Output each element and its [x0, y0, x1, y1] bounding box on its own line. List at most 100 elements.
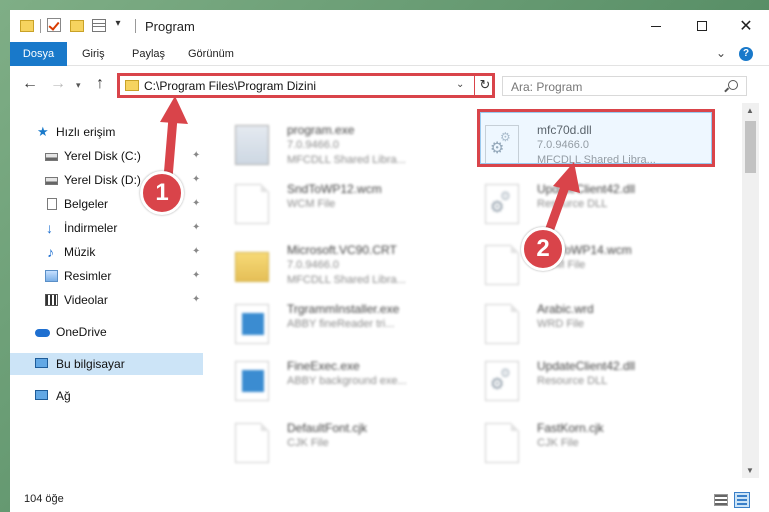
documents-icon — [47, 198, 57, 210]
file-item[interactable]: FastKorn.cjk CJK File — [467, 418, 707, 468]
file-type: Resource DLL — [537, 375, 608, 387]
address-dropdown-icon[interactable]: ⌄ — [456, 79, 464, 90]
sidebar-item-label: Bu bilgisayar — [56, 357, 125, 371]
file-item[interactable]: FineExec.exe ABBY background exe... — [217, 356, 457, 406]
file-item[interactable]: UpdateClient42.dll Resource DLL — [467, 179, 707, 229]
properties-icon[interactable] — [92, 19, 106, 32]
minimize-button[interactable] — [633, 10, 679, 42]
new-folder-icon[interactable] — [70, 20, 84, 32]
address-path[interactable]: C:\Program Files\Program Dizini — [144, 79, 316, 93]
step-2-badge: 2 — [521, 227, 565, 271]
cloud-icon — [35, 329, 50, 337]
refresh-button[interactable]: ↻ — [474, 73, 495, 98]
maximize-button[interactable] — [679, 10, 725, 42]
file-name: UpdateClient42.dll — [537, 359, 636, 373]
folder-icon[interactable] — [20, 20, 34, 32]
file-item[interactable]: Microsoft.VC90.CRT 7.0.9466.0 MFCDLL Sha… — [217, 240, 457, 290]
network-icon — [35, 390, 48, 400]
file-icon — [235, 423, 269, 463]
scroll-up-icon[interactable]: ▲ — [746, 106, 754, 115]
back-button[interactable]: ← — [22, 75, 38, 93]
sidebar-item-label: Belgeler — [64, 197, 109, 211]
file-type: CJK File — [537, 437, 579, 449]
item-count: 104 öğe — [24, 493, 64, 505]
toolbar-separator — [135, 19, 136, 33]
explorer-window: ▾ Program ✕ Dosya Giriş Paylaş Görünüm ⌄… — [10, 10, 769, 512]
videos-icon — [45, 294, 58, 306]
file-icon — [485, 304, 519, 344]
sidebar-item-label: Resimler — [64, 269, 112, 283]
scroll-down-icon[interactable]: ▼ — [746, 466, 754, 475]
minimize-icon — [651, 25, 661, 27]
exe-icon — [235, 125, 269, 165]
folder-icon — [235, 252, 269, 282]
scroll-thumb[interactable] — [745, 121, 756, 173]
pin-icon[interactable]: ✦ — [192, 289, 200, 311]
search-input[interactable]: Ara: Program — [511, 80, 582, 94]
tab-file[interactable]: Dosya — [10, 42, 67, 66]
file-icon — [235, 184, 269, 224]
sidebar-item-music[interactable]: ♪ Müzik ✦ — [10, 241, 203, 263]
properties-check-icon[interactable] — [47, 18, 61, 32]
pin-icon[interactable]: ✦ — [192, 217, 200, 239]
sidebar-item-onedrive[interactable]: OneDrive — [10, 321, 203, 343]
sidebar-item-pictures[interactable]: Resimler ✦ — [10, 265, 203, 287]
file-type: WRD File — [537, 318, 585, 330]
computer-icon — [35, 358, 48, 368]
tab-home[interactable]: Giriş — [72, 42, 115, 66]
sidebar-item-local-disk-c[interactable]: Yerel Disk (C:) ✦ — [10, 145, 203, 167]
music-icon: ♪ — [47, 244, 54, 260]
file-item[interactable]: Arabic.wrd WRD File — [467, 299, 707, 349]
file-name: SndToWP12.wcm — [287, 182, 382, 196]
sidebar-item-downloads[interactable]: ↓ İndirmeler ✦ — [10, 217, 203, 239]
vertical-scrollbar[interactable]: ▲ ▼ — [742, 103, 759, 478]
pin-icon[interactable]: ✦ — [192, 169, 200, 191]
title-bar: ▾ Program ✕ — [10, 10, 769, 42]
help-icon[interactable]: ? — [739, 47, 753, 61]
file-name: UpdateClient42.dll — [537, 182, 636, 196]
search-icon[interactable] — [728, 80, 738, 90]
file-name: program.exe — [287, 123, 355, 137]
file-item[interactable]: UpdateClient42.dll Resource DLL — [467, 356, 707, 406]
app-icon — [235, 361, 269, 401]
file-version: 7.0.9466.0 — [287, 259, 339, 271]
close-icon: ✕ — [739, 18, 753, 35]
sidebar-item-this-pc[interactable]: Bu bilgisayar — [10, 353, 203, 375]
file-item[interactable]: SndToWP12.wcm WCM File — [217, 179, 457, 229]
file-description: ABBY fineReader tri... — [287, 318, 395, 330]
sidebar-item-quick-access[interactable]: ★ Hızlı erişim — [10, 121, 203, 143]
drive-icon — [45, 153, 58, 161]
address-bar[interactable]: C:\Program Files\Program Dizini ⌄ ↻ — [117, 73, 495, 98]
details-view-icon[interactable] — [714, 494, 728, 506]
tab-share[interactable]: Paylaş — [122, 42, 175, 66]
sidebar-item-label: Videolar — [64, 293, 108, 307]
file-item[interactable]: DefaultFont.cjk CJK File — [217, 418, 457, 468]
quick-access-dropdown-icon[interactable]: ▾ — [110, 18, 126, 34]
close-button[interactable]: ✕ — [723, 10, 769, 42]
status-bar: 104 öğe — [10, 478, 769, 512]
pin-icon[interactable]: ✦ — [192, 265, 200, 287]
file-item[interactable]: program.exe 7.0.9466.0 MFCDLL Shared Lib… — [217, 120, 457, 170]
file-item[interactable]: TrgrammInstaller.exe ABBY fineReader tri… — [217, 299, 457, 349]
navigation-pane: ★ Hızlı erişim Yerel Disk (C:) ✦ Yerel D… — [10, 103, 205, 478]
pin-icon[interactable]: ✦ — [192, 145, 200, 167]
sidebar-item-network[interactable]: Ağ — [10, 385, 203, 407]
downloads-icon: ↓ — [46, 220, 53, 236]
large-icons-view-icon[interactable] — [734, 492, 750, 508]
folder-icon — [125, 80, 139, 91]
search-box[interactable]: Ara: Program — [502, 76, 747, 96]
recent-locations-icon[interactable]: ▾ — [76, 80, 81, 91]
pin-icon[interactable]: ✦ — [192, 193, 200, 215]
file-description: ABBY background exe... — [287, 375, 407, 387]
sidebar-item-label: Müzik — [64, 245, 96, 259]
file-name: FastKorn.cjk — [537, 421, 604, 435]
up-button[interactable]: ↑ — [96, 75, 104, 93]
expand-ribbon-icon[interactable]: ⌄ — [716, 46, 726, 60]
tab-view[interactable]: Görünüm — [178, 42, 244, 66]
window-title: Program — [145, 19, 195, 34]
file-item[interactable]: SndToWP14.wcm WCM File — [467, 240, 707, 290]
sidebar-item-videos[interactable]: Videolar ✦ — [10, 289, 203, 311]
sidebar-item-label: Yerel Disk (C:) — [64, 149, 141, 163]
forward-button[interactable]: → — [50, 75, 66, 93]
pin-icon[interactable]: ✦ — [192, 241, 200, 263]
